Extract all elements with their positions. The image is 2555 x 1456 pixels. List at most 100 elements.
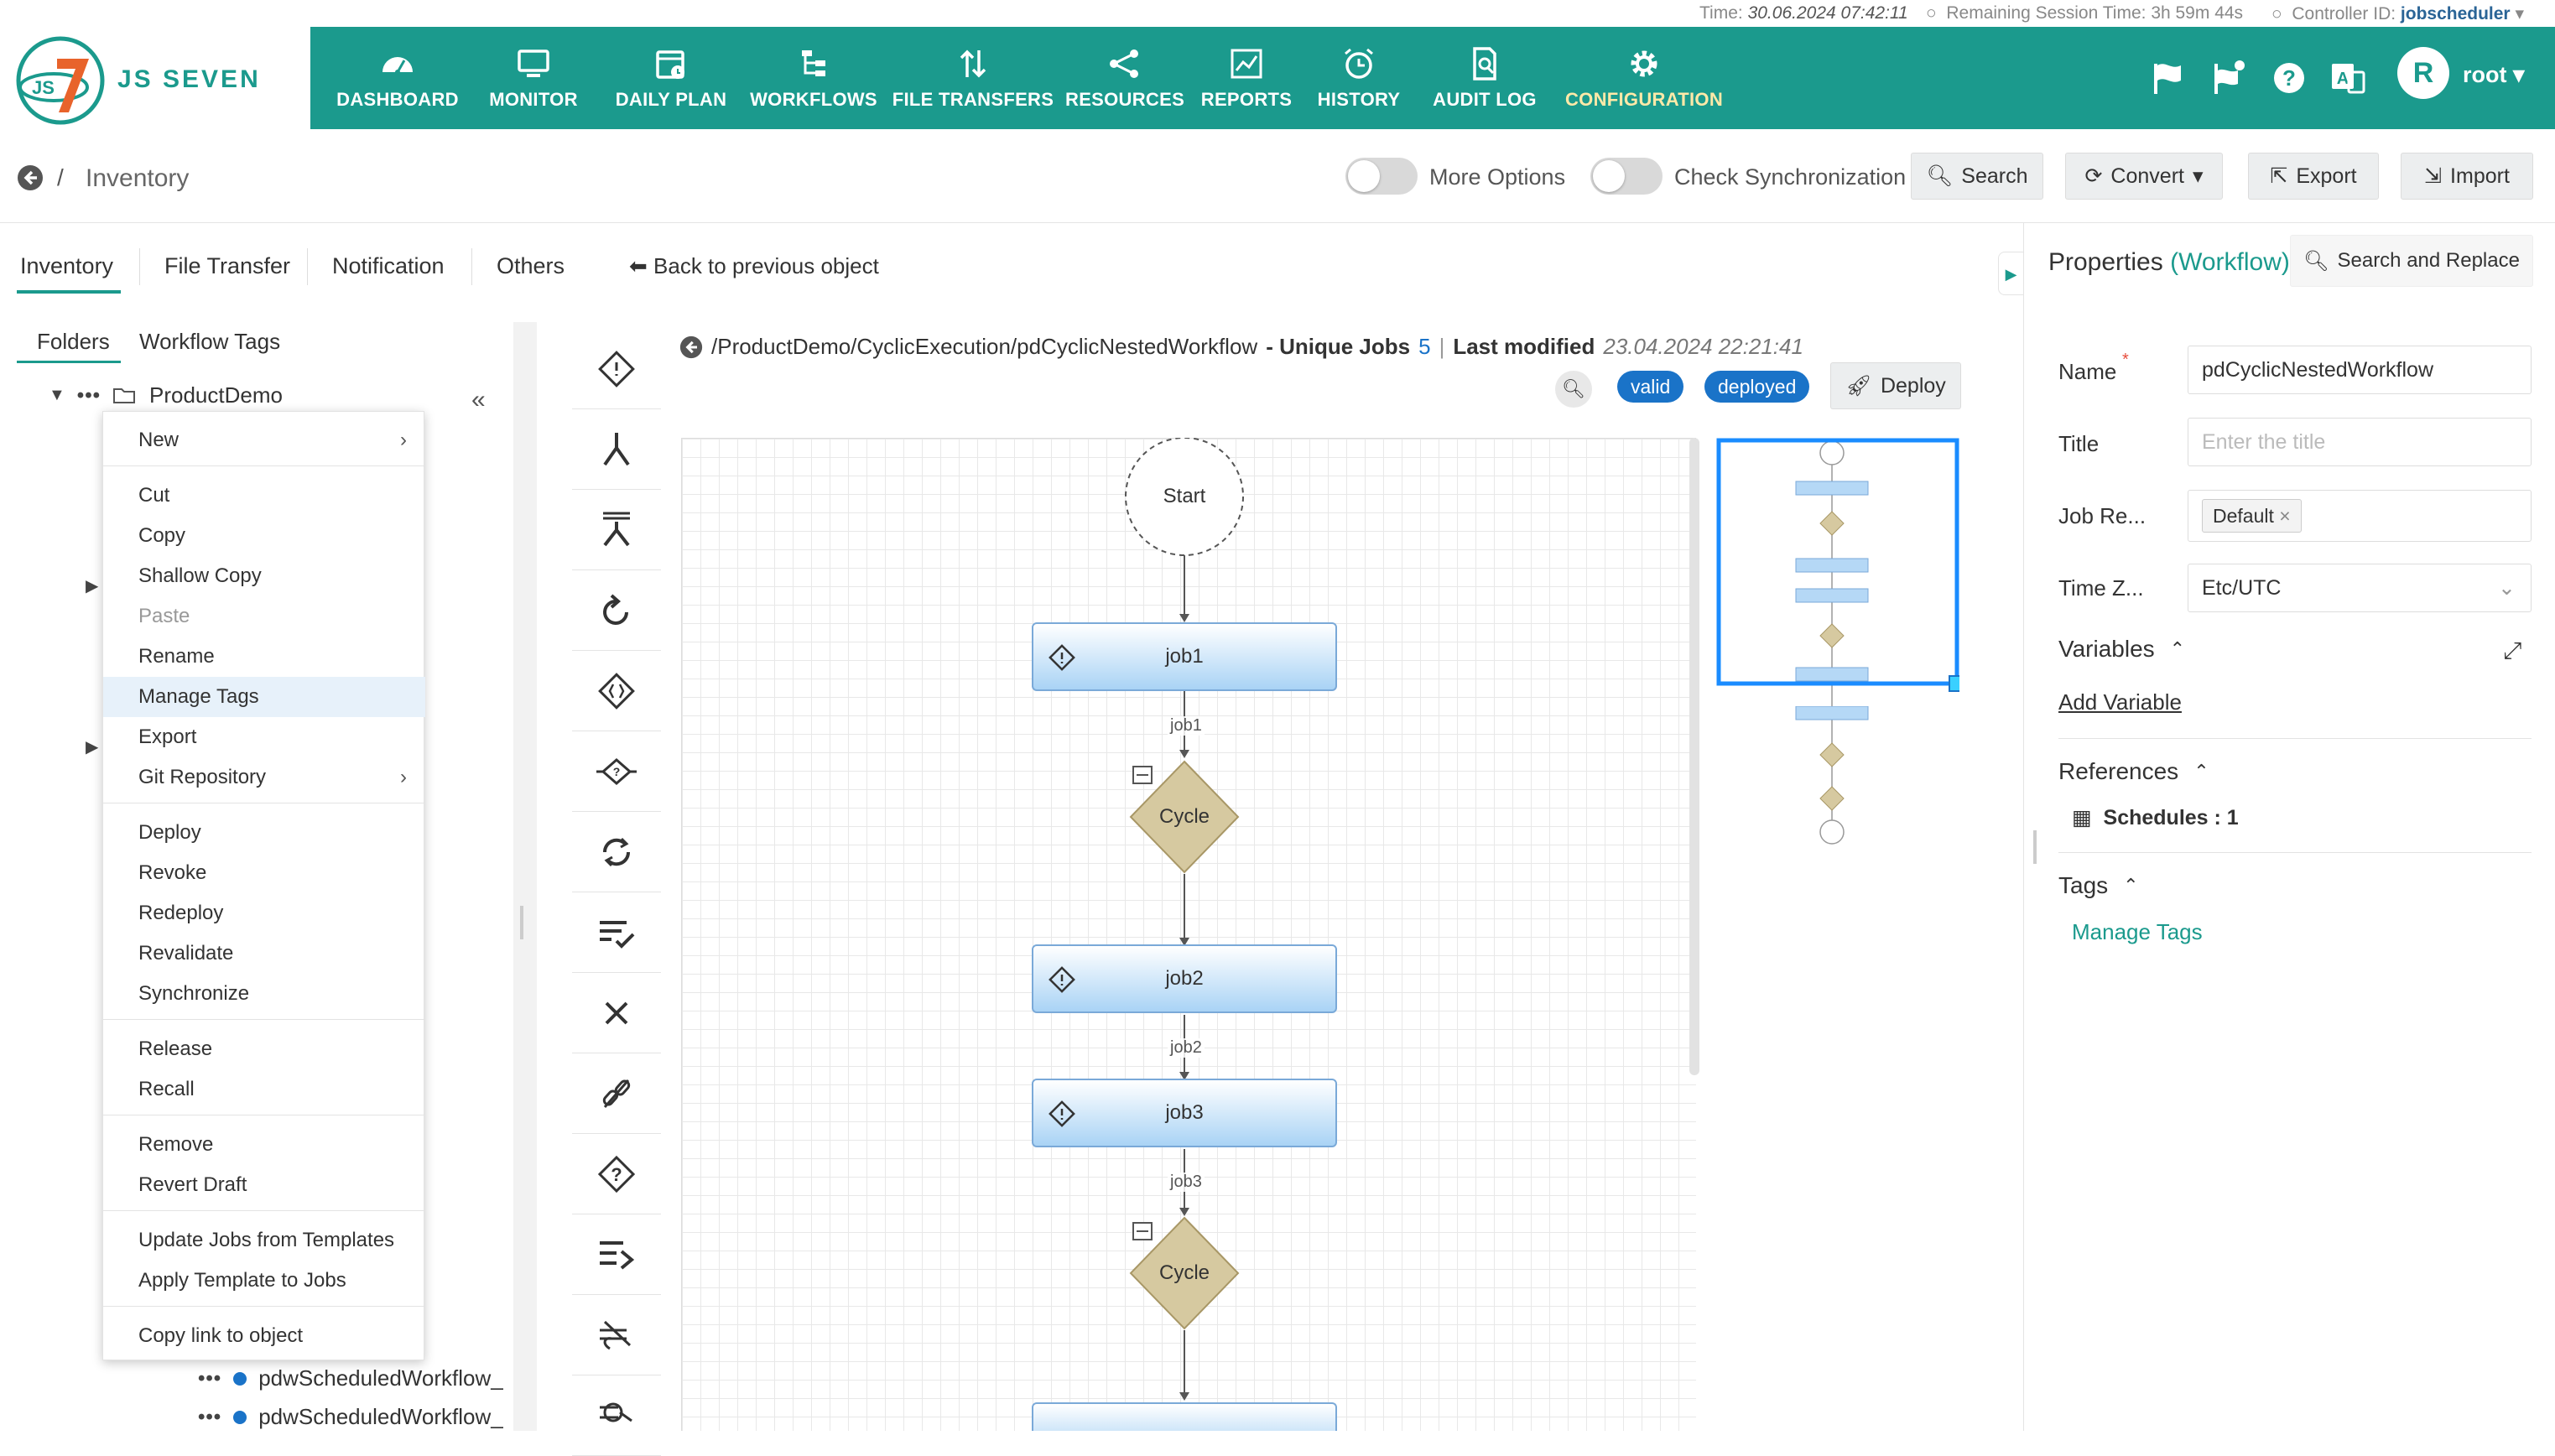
nav-workflows[interactable]: WORKFLOWS xyxy=(747,27,881,129)
palette-finish[interactable] xyxy=(572,892,661,973)
palette-if[interactable]: ? xyxy=(572,731,661,812)
minimap[interactable] xyxy=(1716,438,1959,706)
nav-audit-log[interactable]: AUDIT LOG xyxy=(1426,27,1543,129)
palette-fail[interactable] xyxy=(572,973,661,1053)
subtab-workflow-tags[interactable]: Workflow Tags xyxy=(139,329,280,355)
job-resource-tag[interactable]: Default × xyxy=(2202,499,2302,533)
nav-daily-plan[interactable]: DAILY PLAN xyxy=(602,27,740,129)
palette-expect-notice[interactable] xyxy=(572,1375,661,1456)
palette-try[interactable] xyxy=(572,651,661,731)
canvas-scrollbar[interactable] xyxy=(1689,438,1699,1075)
nav-resources[interactable]: RESOURCES xyxy=(1065,27,1184,129)
search-button[interactable]: 🔍︎ Search xyxy=(1911,153,2043,200)
menu-export[interactable]: Export xyxy=(103,717,425,757)
nav-configuration[interactable]: CONFIGURATION xyxy=(1560,27,1728,129)
tree-item-workflow[interactable]: ••• pdwScheduledWorkflow_ xyxy=(198,1365,503,1391)
nav-history[interactable]: HISTORY xyxy=(1309,27,1409,129)
palette-lock[interactable] xyxy=(572,1053,661,1134)
search-replace-button[interactable]: 🔍︎ Search and Replace xyxy=(2290,235,2533,287)
job-node[interactable]: job3 xyxy=(1032,1079,1337,1147)
controller-id[interactable]: ○ Controller ID: jobscheduler ▾ xyxy=(2271,3,2524,24)
menu-release[interactable]: Release xyxy=(103,1029,425,1069)
menu-redeploy[interactable]: Redeploy xyxy=(103,893,425,933)
menu-revert-draft[interactable]: Revert Draft xyxy=(103,1165,425,1205)
references-section-header[interactable]: References ⌃ xyxy=(2058,758,2209,785)
panel-toggle-icon[interactable]: ▶ xyxy=(1998,252,2023,295)
job-node-partial[interactable] xyxy=(1032,1402,1337,1431)
flag-icon[interactable] xyxy=(2149,59,2188,97)
job-node[interactable]: job1 xyxy=(1032,622,1337,691)
help-icon[interactable]: ? xyxy=(2270,59,2308,97)
caret-right-icon[interactable]: ▶ xyxy=(86,736,98,757)
menu-copy-link[interactable]: Copy link to object xyxy=(103,1316,425,1356)
job-node[interactable]: job2 xyxy=(1032,944,1337,1013)
tab-inventory[interactable]: Inventory xyxy=(20,253,113,279)
palette-job[interactable] xyxy=(572,329,661,409)
minimap-resize-handle[interactable] xyxy=(1949,675,1959,692)
palette-fork[interactable] xyxy=(572,409,661,490)
menu-apply-template[interactable]: Apply Template to Jobs xyxy=(103,1261,425,1301)
flag-gear-icon[interactable] xyxy=(2209,59,2248,97)
name-input[interactable]: pdCyclicNestedWorkflow xyxy=(2188,346,2532,394)
menu-synchronize[interactable]: Synchronize xyxy=(103,974,425,1014)
menu-remove[interactable]: Remove xyxy=(103,1125,425,1165)
tree-item-workflow[interactable]: ••• pdwScheduledWorkflow_ xyxy=(198,1404,503,1430)
user-menu[interactable]: root ▾ xyxy=(2463,62,2525,88)
back-arrow-icon[interactable] xyxy=(679,335,703,359)
tags-section-header[interactable]: Tags ⌃ xyxy=(2058,872,2139,899)
caret-right-icon[interactable]: ▶ xyxy=(86,575,98,596)
tree-folder-productdemo[interactable]: ▼ ••• ProductDemo xyxy=(49,382,283,408)
menu-git-repository[interactable]: Git Repository › xyxy=(103,757,425,798)
expand-icon[interactable]: ⤢ xyxy=(2503,637,2521,665)
menu-update-jobs[interactable]: Update Jobs from Templates xyxy=(103,1220,425,1261)
translate-icon[interactable]: A xyxy=(2329,59,2367,97)
menu-rename[interactable]: Rename xyxy=(103,637,425,677)
menu-new[interactable]: New › xyxy=(103,420,425,460)
back-to-previous-link[interactable]: ⬅ Back to previous object xyxy=(629,253,879,279)
menu-shallow-copy[interactable]: Shallow Copy xyxy=(103,556,425,596)
menu-recall[interactable]: Recall xyxy=(103,1069,425,1110)
title-input[interactable]: Enter the title xyxy=(2188,418,2532,466)
job-resources-select[interactable]: Default × xyxy=(2188,490,2532,542)
tab-file-transfer[interactable]: File Transfer xyxy=(164,253,290,279)
zoom-search-icon[interactable]: 🔍︎ xyxy=(1555,371,1592,408)
palette-fork-list[interactable] xyxy=(572,490,661,570)
manage-tags-link[interactable]: Manage Tags xyxy=(2072,919,2203,945)
export-button[interactable]: ⇱ Export xyxy=(2248,153,2379,200)
palette-cycle[interactable] xyxy=(572,812,661,892)
collapse-double-left-icon[interactable]: « xyxy=(471,386,486,414)
subtab-folders[interactable]: Folders xyxy=(37,329,110,355)
convert-button[interactable]: ⟳ Convert ▾ xyxy=(2065,153,2223,200)
tab-notification[interactable]: Notification xyxy=(332,253,445,279)
menu-manage-tags[interactable]: Manage Tags xyxy=(103,677,425,717)
import-button[interactable]: ⇲ Import xyxy=(2401,153,2533,200)
palette-retry[interactable] xyxy=(572,570,661,651)
variables-section-header[interactable]: Variables ⌃ xyxy=(2058,636,2185,663)
nav-monitor[interactable]: MONITOR xyxy=(475,27,592,129)
more-dots-icon[interactable]: ••• xyxy=(198,1406,221,1429)
menu-deploy[interactable]: Deploy xyxy=(103,813,425,853)
user-avatar[interactable]: R xyxy=(2397,47,2449,99)
remove-tag-icon[interactable]: × xyxy=(2279,505,2290,527)
tab-others[interactable]: Others xyxy=(497,253,565,279)
panel-scrollbar[interactable] xyxy=(513,322,537,1431)
menu-revoke[interactable]: Revoke xyxy=(103,853,425,893)
more-dots-icon[interactable]: ••• xyxy=(77,384,101,408)
back-arrow-icon[interactable] xyxy=(17,164,44,191)
menu-copy[interactable]: Copy xyxy=(103,516,425,556)
nav-reports[interactable]: REPORTS xyxy=(1194,27,1298,129)
menu-revalidate[interactable]: Revalidate xyxy=(103,933,425,974)
more-dots-icon[interactable]: ••• xyxy=(198,1367,221,1391)
check-sync-toggle[interactable] xyxy=(1590,158,1663,195)
add-variable-link[interactable]: Add Variable xyxy=(2058,689,2182,715)
logo[interactable]: JS JS SEVEN xyxy=(0,27,310,129)
more-options-toggle[interactable] xyxy=(1345,158,1418,195)
palette-prompt[interactable]: ? xyxy=(572,1134,661,1214)
timezone-select[interactable]: Etc/UTC ⌄ xyxy=(2188,564,2532,612)
resize-handle[interactable] xyxy=(520,906,523,939)
deploy-button[interactable]: 🚀︎ Deploy xyxy=(1830,362,1961,409)
palette-add-order[interactable] xyxy=(572,1214,661,1295)
palette-post-notice[interactable] xyxy=(572,1295,661,1375)
resize-handle[interactable] xyxy=(2033,830,2037,864)
menu-cut[interactable]: Cut xyxy=(103,476,425,516)
